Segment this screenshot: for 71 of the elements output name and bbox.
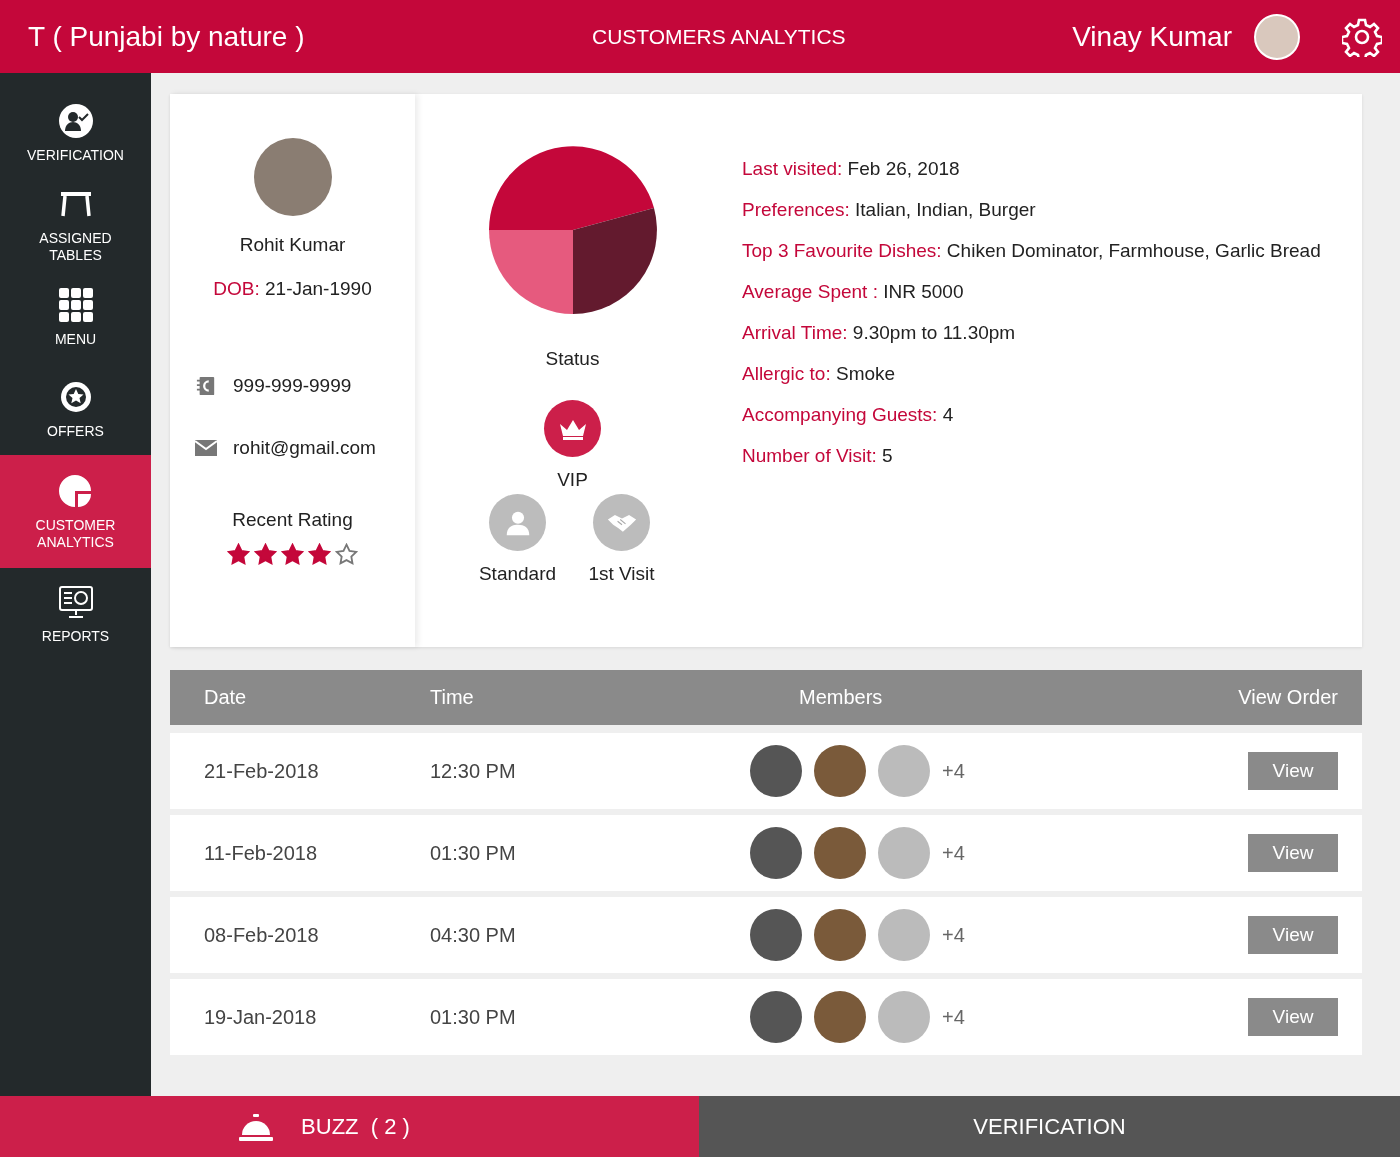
detail-line: Top 3 Favourite Dishes: Chiken Dominator, Farmhouse, Garlic Bread: [742, 240, 1322, 262]
buzz-button[interactable]: BUZZ ( 2 ): [0, 1096, 699, 1157]
sidebar-item[interactable]: CUSTOMER ANALYTICS: [0, 455, 151, 568]
member-avatar: [750, 827, 802, 879]
detail-line: Number of Visit: 5: [742, 445, 894, 467]
star-icon: [335, 543, 358, 566]
date-cell-text: 08-Feb-2018: [203, 923, 320, 947]
member-avatar: [878, 909, 930, 961]
time-cell-text: 01:30 PM: [430, 841, 517, 865]
member-avatar: [878, 745, 930, 797]
column-header: Date: [203, 686, 248, 709]
status-option-label: 1st Visit: [588, 563, 655, 585]
extra-members-count: +4: [942, 841, 965, 865]
star-icon: [308, 543, 331, 566]
status-option-label: VIP: [557, 469, 588, 491]
detail-line: Average Spent : INR 5000: [742, 281, 965, 303]
restaurant-name: T ( Punjabi by nature ): [28, 20, 306, 53]
rating-label: Recent Rating: [232, 509, 353, 531]
member-avatar: [814, 991, 866, 1043]
member-avatar: [814, 827, 866, 879]
star-icon: [254, 543, 277, 566]
settings-icon[interactable]: [1342, 16, 1382, 57]
status-label: Status: [545, 348, 600, 370]
time-cell-text: 04:30 PM: [430, 923, 517, 947]
date-of-birth: DOB: 21-Jan-1990: [213, 278, 372, 300]
date-cell-text: 19-Jan-2018: [203, 1005, 318, 1029]
page-title: CUSTOMERS ANALYTICS: [591, 24, 847, 49]
grid-icon: [57, 286, 94, 323]
extra-members-count: +4: [942, 1005, 965, 1029]
member-avatar: [814, 745, 866, 797]
status-badge[interactable]: [544, 400, 601, 457]
detail-line: Accompanying Guests: 4: [742, 404, 955, 426]
sidebar-item[interactable]: REPORTS: [0, 568, 151, 660]
extra-members-count: +4: [942, 923, 965, 947]
service-bell-icon: [239, 1112, 274, 1141]
column-header: Members: [798, 686, 884, 709]
column-header: View Order: [1237, 686, 1339, 709]
verification-button[interactable]: VERIFICATION: [699, 1096, 1400, 1157]
time-cell-text: 01:30 PM: [430, 1005, 517, 1029]
extra-members-count: +4: [942, 759, 965, 783]
sidebar-item[interactable]: OFFERS: [0, 363, 151, 455]
pie-chart-icon: [57, 472, 94, 509]
user-avatar[interactable]: [1254, 13, 1300, 60]
member-avatar: [878, 991, 930, 1043]
date-cell-text: 21-Feb-2018: [203, 759, 320, 783]
detail-line: Last visited: Feb 26, 2018: [742, 158, 961, 180]
detail-line: Allergic to: Smoke: [742, 363, 897, 385]
email-address: rohit@gmail.com: [233, 437, 376, 459]
column-header: Time: [430, 686, 475, 709]
member-avatar: [750, 745, 802, 797]
sidebar-item[interactable]: VERIFICATION: [0, 87, 151, 179]
member-avatar: [878, 827, 930, 879]
mail-icon: [195, 438, 217, 458]
user-name: Vinay Kumar: [1072, 20, 1232, 53]
status-option-label: Standard: [478, 563, 557, 585]
star-icon: [281, 543, 304, 566]
member-avatar: [750, 991, 802, 1043]
phone-book-icon: [195, 376, 217, 396]
member-avatar: [814, 909, 866, 961]
phone-number: 999-999-9999: [233, 375, 352, 397]
time-cell-text: 12:30 PM: [430, 759, 517, 783]
detail-line: Preferences: Italian, Indian, Burger: [742, 199, 1037, 221]
sidebar-item[interactable]: MENU: [0, 271, 151, 363]
detail-line: Arrival Time: 9.30pm to 11.30pm: [742, 322, 1017, 344]
customer-name: Rohit Kumar: [239, 234, 346, 256]
monitor-chart-icon: [57, 583, 94, 620]
date-cell-text: 11-Feb-2018: [203, 841, 319, 865]
member-avatar: [750, 909, 802, 961]
sidebar-item[interactable]: ASSIGNED TABLES: [0, 179, 151, 271]
star-icon: [227, 543, 250, 566]
user-check-icon: [57, 102, 94, 139]
